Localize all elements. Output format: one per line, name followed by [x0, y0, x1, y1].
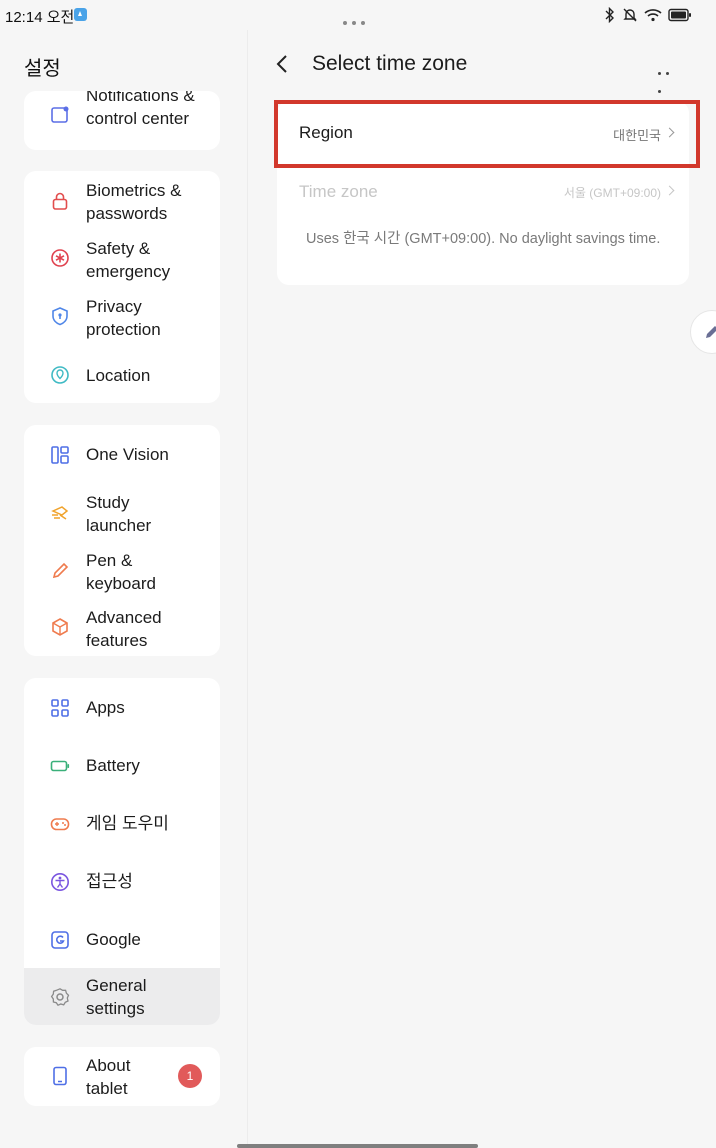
status-bar: 12:14 오전 [0, 0, 716, 30]
chevron-right-icon [664, 185, 675, 196]
settings-group: Apps Battery 게임 도우미 접근성 Google General s… [24, 678, 220, 1025]
sidebar-item-battery[interactable]: Battery [24, 736, 220, 794]
sidebar-item-about-tablet[interactable]: About tablet 1 [24, 1047, 220, 1106]
mute-bell-icon [623, 8, 637, 22]
settings-group: About tablet 1 [24, 1047, 220, 1106]
multitask-dots-icon[interactable] [343, 12, 371, 25]
sidebar-item-label: Battery [86, 756, 140, 775]
pen-icon [52, 562, 69, 579]
sidebar-item-google[interactable]: Google [24, 910, 220, 968]
home-indicator[interactable] [237, 1144, 478, 1148]
notification-icon [51, 106, 69, 123]
gear-icon [50, 988, 70, 1007]
settings-sidebar: 설정 Notifications & control center Biomet… [0, 30, 248, 1148]
emergency-icon [51, 249, 69, 267]
sidebar-item-general-settings[interactable]: General settings [24, 968, 220, 1025]
battery-icon [50, 760, 70, 772]
sidebar-item-notifications[interactable]: Notifications & control center [24, 91, 220, 150]
settings-group: One Vision Study launcher Pen & keyboard… [24, 425, 220, 656]
tablet-icon [53, 1066, 67, 1086]
sidebar-title: 설정 [24, 58, 61, 80]
status-icons [604, 6, 692, 24]
settings-group: Biometrics & passwords Safety & emergenc… [24, 171, 220, 403]
sidebar-item-pen-keyboard[interactable]: Pen & keyboard [24, 541, 220, 599]
time-zone-value: 서울 (GMT+09:00) [563, 186, 661, 200]
sidebar-item-game-assistant[interactable]: 게임 도우미 [24, 794, 220, 852]
sidebar-item-label: Biometrics & passwords [86, 181, 182, 223]
lock-icon [52, 192, 68, 210]
region-highlight-box [274, 100, 700, 168]
sidebar-item-label: Notifications & control center [86, 91, 195, 128]
sidebar-item-label: Safety & emergency [86, 239, 171, 281]
sidebar-item-label: Advanced features [86, 608, 162, 650]
sidebar-item-label: Study launcher [86, 493, 152, 535]
shield-icon [52, 307, 68, 326]
time-zone-row: Time zone 서울 (GMT+09:00) [277, 165, 689, 215]
sidebar-item-accessibility[interactable]: 접근성 [24, 852, 220, 910]
sidebar-item-location[interactable]: Location [24, 345, 220, 403]
gamepad-icon [50, 818, 70, 831]
battery-status-icon [668, 8, 691, 22]
sidebar-item-label: Google [86, 930, 141, 949]
sidebar-item-label: One Vision [86, 445, 169, 464]
app-update-icon [74, 8, 87, 21]
sidebar-item-label: About tablet [86, 1056, 131, 1098]
settings-group: Notifications & control center [24, 91, 220, 150]
apps-grid-icon [51, 699, 69, 717]
bluetooth-icon [605, 7, 614, 23]
sidebar-item-safety[interactable]: Safety & emergency [24, 229, 220, 287]
sidebar-item-label: Location [86, 366, 151, 385]
one-vision-icon [51, 446, 69, 464]
sidebar-item-label: 게임 도우미 [86, 814, 169, 833]
sidebar-item-label: Apps [86, 698, 125, 717]
sidebar-item-biometrics[interactable]: Biometrics & passwords [24, 171, 220, 229]
sidebar-item-label: Privacy protection [86, 297, 161, 339]
sidebar-item-study-launcher[interactable]: Study launcher [24, 483, 220, 541]
accessibility-icon [51, 873, 69, 891]
sidebar-item-one-vision[interactable]: One Vision [24, 425, 220, 483]
pencil-icon [706, 326, 716, 338]
study-launcher-icon [51, 506, 69, 520]
google-icon [51, 931, 69, 949]
daylight-savings-note: Uses 한국 시간 (GMT+09:00). No daylight savi… [306, 231, 661, 247]
detail-pane: Select time zone Region 대한민국 Time zone 서… [248, 30, 716, 1148]
sidebar-item-privacy[interactable]: Privacy protection [24, 287, 220, 345]
more-options-icon[interactable] [658, 62, 680, 93]
cube-icon [52, 618, 68, 636]
location-pin-icon [51, 366, 69, 384]
notification-badge: 1 [178, 1064, 202, 1088]
sidebar-item-advanced-features[interactable]: Advanced features [24, 599, 220, 656]
sidebar-item-apps[interactable]: Apps [24, 678, 220, 736]
sidebar-item-label: 접근성 [86, 872, 133, 891]
page-title: Select time zone [312, 52, 468, 75]
wifi-icon [644, 9, 662, 22]
back-arrow-icon[interactable] [273, 53, 291, 75]
sidebar-item-label: General settings [86, 976, 147, 1018]
time-zone-label: Time zone [299, 182, 378, 201]
sidebar-item-label: Pen & keyboard [86, 551, 156, 593]
status-time: 12:14 오전 [5, 9, 75, 26]
